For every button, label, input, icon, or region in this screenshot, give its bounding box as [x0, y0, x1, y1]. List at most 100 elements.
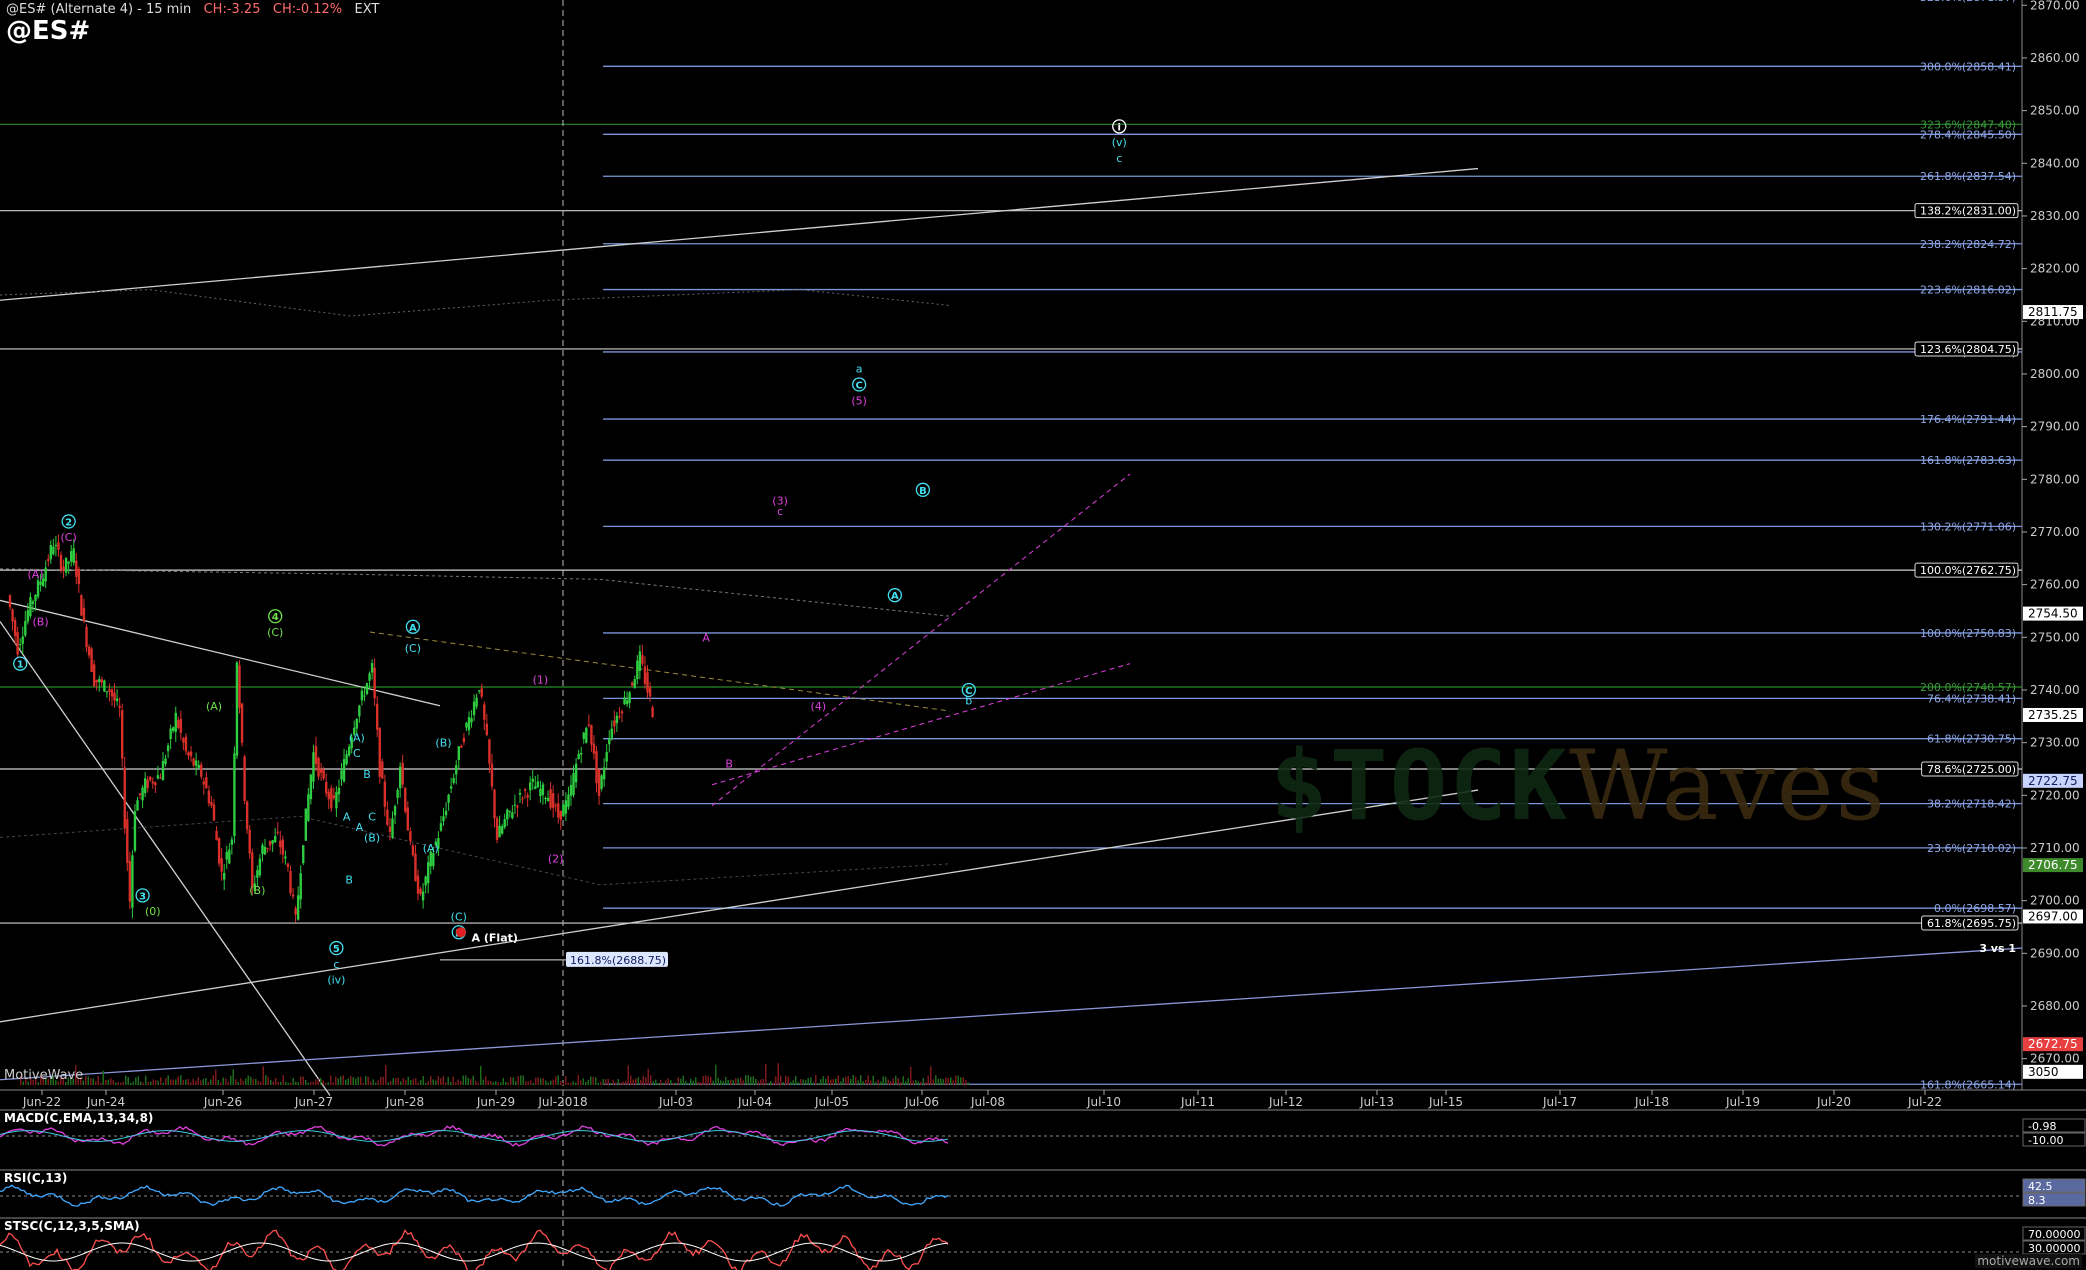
volume-bar [887, 1079, 889, 1085]
fib-level-label: 300.0%(2858.41) [1920, 60, 2016, 73]
volume-bar [520, 1075, 522, 1085]
x-tick-label: Jul-2018 [537, 1095, 587, 1109]
volume-bar [915, 1079, 917, 1085]
volume-bar [642, 1075, 644, 1085]
wave-label: b [965, 695, 972, 708]
volume-bar [787, 1076, 789, 1085]
candle-body [16, 632, 19, 655]
candle-body [455, 765, 458, 775]
wave-label: 4 [272, 612, 279, 623]
volume-bar [392, 1078, 394, 1085]
candle-body [325, 782, 328, 794]
volume-bar [240, 1078, 242, 1085]
candle-body [580, 752, 583, 755]
volume-bar [210, 1079, 212, 1085]
volume-bar [612, 1079, 614, 1085]
candle-body [307, 794, 310, 821]
volume-bar [730, 1079, 732, 1085]
volume-bar [905, 1081, 907, 1085]
volume-bar [197, 1077, 199, 1085]
volume-bar [467, 1077, 469, 1085]
volume-bar [330, 1075, 332, 1085]
candle-body [447, 794, 450, 803]
candle-body [506, 809, 509, 820]
wave-label: c [1116, 152, 1122, 165]
candle-body [312, 752, 315, 782]
volume-bar [710, 1076, 712, 1085]
volume-bar [587, 1079, 589, 1085]
candle-body [103, 680, 106, 692]
candle-body [424, 876, 427, 886]
wave-label: (A) [349, 731, 365, 744]
volume-bar [375, 1082, 377, 1085]
candle-body [613, 720, 616, 727]
candle-body [585, 727, 588, 743]
volume-bar [127, 1077, 129, 1085]
candle-body [411, 845, 415, 856]
candle-body [52, 546, 55, 555]
x-tick-label: Jul-18 [1634, 1095, 1669, 1109]
candle-body [419, 888, 422, 895]
candle-body [189, 751, 193, 757]
volume-bar [427, 1081, 429, 1085]
candle-body [121, 710, 124, 759]
volume-bar [697, 1081, 699, 1085]
volume-bar [910, 1066, 912, 1085]
volume-bar [502, 1077, 504, 1085]
volume-bar [662, 1082, 664, 1085]
candle-body [39, 581, 42, 585]
volume-bar [345, 1079, 347, 1085]
volume-bar [880, 1081, 882, 1085]
volume-bar [342, 1075, 344, 1085]
volume-bar [877, 1079, 879, 1085]
x-tick-label: Jul-05 [814, 1095, 849, 1109]
volume-bar [265, 1075, 267, 1085]
candle-body [11, 609, 14, 622]
candle-body [582, 732, 585, 739]
candle-body [577, 753, 580, 759]
chart-canvas[interactable]: 2670.00 2680.00 2690.00 2700.00 2710.00 2720.… [0, 0, 2086, 1270]
x-tick-label: Jun-26 [203, 1095, 242, 1109]
candle-body [317, 757, 320, 777]
candle-body [398, 766, 402, 789]
volume-bar [147, 1081, 149, 1085]
volume-bar [650, 1075, 652, 1085]
volume-bar [102, 1070, 104, 1085]
y-tick-label: 2830.00 [2030, 209, 2080, 223]
volume-bar [942, 1079, 944, 1085]
volume-bar [680, 1078, 682, 1085]
volume-bar [597, 1082, 599, 1085]
y-tick-label: 2800.00 [2030, 367, 2080, 381]
chart-title: @ES# (Alternate 4) - 15 min [6, 2, 192, 17]
volume-bar [932, 1079, 934, 1085]
candle-body [177, 719, 180, 728]
wave-label: (A) [27, 568, 43, 581]
candle-body [281, 839, 285, 855]
wave-label: B [725, 758, 733, 771]
volume-bar [300, 1076, 302, 1085]
volume-bar [372, 1079, 374, 1085]
candle-body [493, 789, 496, 819]
y-tick-label: 2860.00 [2030, 51, 2080, 65]
candle-body [256, 870, 259, 878]
volume-bar [422, 1076, 424, 1085]
candle-body [235, 662, 239, 756]
candle-body [539, 788, 542, 797]
volume-bar [867, 1075, 869, 1085]
candle-body [378, 728, 381, 777]
indicator-tag-label: 42.5 [2028, 1180, 2053, 1193]
candle-body [396, 790, 399, 798]
volume-bar [797, 1082, 799, 1085]
candle-body [572, 773, 575, 796]
volume-bar [292, 1077, 294, 1085]
wave-label: 2 [65, 517, 72, 528]
candle-body [34, 594, 37, 602]
volume-bar [332, 1082, 334, 1085]
volume-bar [822, 1076, 824, 1085]
volume-bar [790, 1082, 792, 1085]
candle-body [511, 812, 514, 819]
candle-body [304, 808, 307, 841]
change-value: CH:-3.25 [203, 2, 261, 17]
volume-bar [627, 1065, 629, 1085]
candle-body [151, 781, 154, 784]
